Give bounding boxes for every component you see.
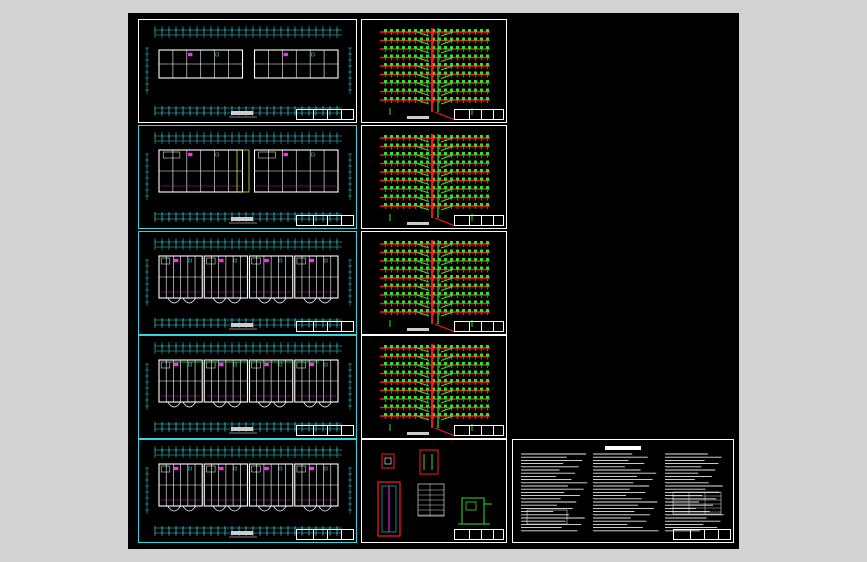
floor-plan-sheet-2[interactable]: [138, 125, 357, 229]
title-block: [296, 529, 354, 540]
riser-sheet-4[interactable]: [361, 335, 507, 439]
drawing-viewport[interactable]: [128, 13, 739, 549]
riser-sheet-3[interactable]: [361, 231, 507, 335]
title-block: [454, 529, 504, 540]
title-block: [673, 529, 731, 540]
title-block: [454, 425, 504, 436]
riser-sheet-2[interactable]: [361, 125, 507, 229]
title-block: [454, 215, 504, 226]
design-notes-sheet[interactable]: [512, 439, 734, 543]
details-sheet[interactable]: [361, 439, 507, 543]
title-block: [296, 321, 354, 332]
riser-sheet-1[interactable]: [361, 19, 507, 123]
title-block: [454, 321, 504, 332]
floor-plan-sheet-3[interactable]: [138, 231, 357, 335]
title-block: [454, 109, 504, 120]
title-block: [296, 425, 354, 436]
floor-plan-sheet-1[interactable]: [138, 19, 357, 123]
title-block: [296, 109, 354, 120]
title-block: [296, 215, 354, 226]
floor-plan-sheet-4[interactable]: [138, 335, 357, 439]
floor-plan-sheet-5[interactable]: [138, 439, 357, 543]
